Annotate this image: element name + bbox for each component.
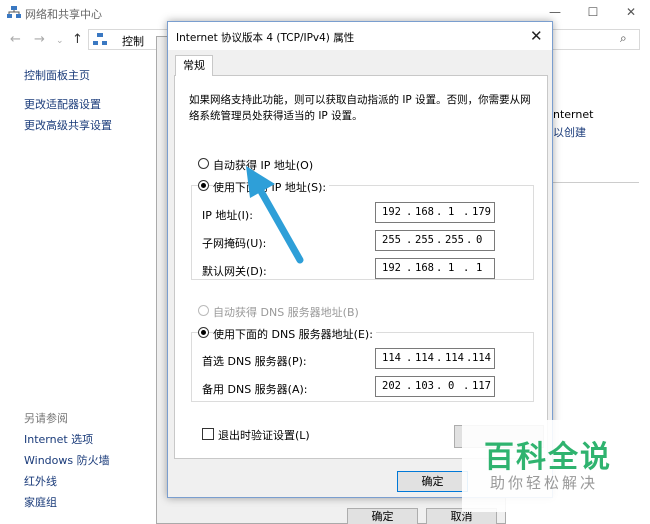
dialog-titlebar: Internet 协议版本 4 (TCP/IPv4) 属性 ✕	[168, 22, 552, 50]
preferred-dns-label: 首选 DNS 服务器(P):	[202, 355, 307, 368]
nav-control-panel-home[interactable]: 控制面板主页	[24, 67, 90, 83]
recent-chevron-icon[interactable]: ⌄	[56, 36, 64, 46]
see-also-windows-firewall[interactable]: Windows 防火墙	[24, 452, 110, 468]
minimize-icon[interactable]: —	[542, 3, 568, 21]
address-network-icon	[93, 33, 107, 45]
see-also-heading: 另请参阅	[24, 412, 68, 425]
dns-manual-radio[interactable]	[198, 327, 209, 338]
tab-general[interactable]: 常规	[175, 55, 213, 76]
right-panel-text: nternet	[553, 108, 594, 121]
subnet-mask-field[interactable]: 255. 255. 255. 0	[375, 230, 495, 251]
address-text: 控制	[122, 35, 144, 48]
up-arrow-icon[interactable]: ↑	[72, 32, 83, 47]
nav-change-adapter-settings[interactable]: 更改适配器设置	[24, 96, 101, 112]
default-gateway-field[interactable]: 192. 168. 1. 1	[375, 258, 495, 279]
ip-manual-label[interactable]: 使用下面的 IP 地址(S):	[213, 179, 330, 195]
subnet-mask-label: 子网掩码(U):	[202, 237, 267, 250]
search-icon[interactable]: ⌕	[620, 31, 627, 46]
network-icon	[7, 6, 21, 18]
dns-manual-label[interactable]: 使用下面的 DNS 服务器地址(E):	[213, 326, 376, 342]
ip-auto-radio[interactable]	[198, 158, 209, 169]
see-also-homegroup[interactable]: 家庭组	[24, 494, 57, 510]
see-also-internet-options[interactable]: Internet 选项	[24, 431, 93, 447]
maximize-icon[interactable]: ☐	[580, 3, 606, 21]
right-panel-link[interactable]: 以创建	[553, 124, 586, 140]
bg-window-title: 网络和共享中心	[25, 8, 102, 21]
dns-auto-label[interactable]: 自动获得 DNS 服务器地址(B)	[213, 304, 359, 320]
alternate-dns-label: 备用 DNS 服务器(A):	[202, 383, 308, 396]
bg-ok-button[interactable]: 确定	[347, 508, 418, 524]
default-gateway-label: 默认网关(D):	[202, 265, 267, 278]
validate-on-exit-label[interactable]: 退出时验证设置(L)	[218, 427, 310, 443]
description-text: 如果网络支持此功能，则可以获取自动指派的 IP 设置。否则，你需要从网络系统管理…	[189, 94, 531, 122]
ok-button[interactable]: 确定	[397, 471, 468, 492]
ip-manual-radio[interactable]	[198, 180, 209, 191]
watermark-slogan: 助你轻松解决	[490, 474, 599, 492]
right-divider	[553, 182, 639, 183]
watermark: 百科全说 助你轻松解决	[462, 420, 642, 512]
nav-change-advanced-sharing[interactable]: 更改高级共享设置	[24, 117, 112, 133]
validate-on-exit-checkbox[interactable]	[202, 428, 214, 440]
dns-auto-radio[interactable]	[198, 305, 209, 316]
preferred-dns-field[interactable]: 114. 114. 114. 114	[375, 348, 495, 369]
ip-auto-label[interactable]: 自动获得 IP 地址(O)	[213, 157, 313, 173]
dialog-close-icon[interactable]: ✕	[530, 27, 543, 45]
dialog-title: Internet 协议版本 4 (TCP/IPv4) 属性	[176, 32, 355, 44]
see-also-infrared[interactable]: 红外线	[24, 473, 57, 489]
watermark-brand: 百科全说	[484, 440, 612, 475]
alternate-dns-field[interactable]: 202. 103. 0. 117	[375, 376, 495, 397]
general-tab-panel: 如果网络支持此功能，则可以获取自动指派的 IP 设置。否则，你需要从网络系统管理…	[174, 75, 548, 459]
ip-address-label: IP 地址(I):	[202, 209, 253, 222]
ip-address-field[interactable]: 192. 168. 1. 179	[375, 202, 495, 223]
forward-arrow-icon[interactable]: →	[34, 32, 45, 47]
close-icon[interactable]: ✕	[618, 3, 644, 21]
back-arrow-icon[interactable]: ←	[10, 32, 21, 47]
